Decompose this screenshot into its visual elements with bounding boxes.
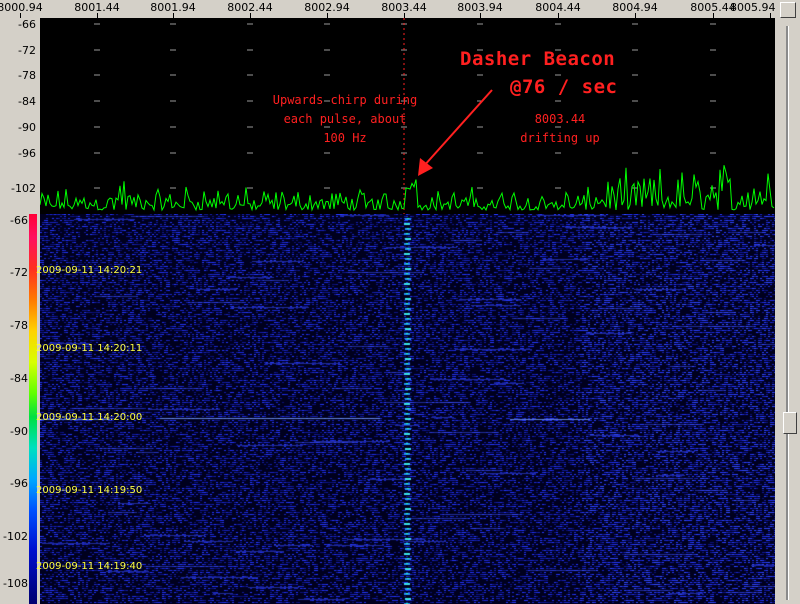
timestamp-label: 2009-09-11 14:19:40	[36, 561, 143, 572]
level-slider-track[interactable]	[786, 26, 789, 600]
timestamp-label: 2009-09-11 14:20:21	[36, 265, 143, 276]
db-tick-label: -96	[10, 477, 28, 490]
db-tick-label: -90	[10, 425, 28, 438]
level-slider-panel	[775, 0, 800, 604]
db-tick-label: -72	[10, 266, 28, 279]
timestamp-label: 2009-09-11 14:19:50	[36, 485, 143, 496]
waterfall-display[interactable]	[40, 214, 775, 604]
db-tick-label: -102	[3, 530, 28, 543]
db-tick-label: -72	[18, 44, 36, 57]
timestamp-label: 2009-09-11 14:20:11	[36, 343, 143, 354]
freq-tick-label: 8005.94	[729, 1, 776, 14]
db-tick-label: -84	[18, 95, 36, 108]
scroll-up-button[interactable]	[780, 2, 796, 18]
waterfall-canvas	[40, 214, 775, 604]
level-slider-thumb[interactable]	[783, 412, 797, 434]
frequency-axis: 8000.94 8001.44 8001.94 8002.44 8002.94 8003.…	[0, 0, 775, 18]
db-tick-label: -66	[10, 214, 28, 227]
timestamp-label: 2009-09-11 14:20:00	[36, 412, 143, 423]
db-tick-label: -78	[10, 319, 28, 332]
db-tick-label: -96	[18, 147, 36, 160]
freq-tick-label: 8000.94	[0, 1, 43, 14]
spectrum-panel[interactable]: Dasher Beacon @76 / sec Upwards chirp du…	[40, 18, 775, 214]
db-tick-label: -66	[18, 18, 36, 31]
db-tick-label: -84	[10, 372, 28, 385]
db-tick-label: -108	[3, 577, 28, 590]
db-tick-label: -78	[18, 69, 36, 82]
db-tick-label: -90	[18, 121, 36, 134]
annotation-arrow	[418, 89, 493, 176]
db-tick-label: -102	[11, 182, 36, 195]
